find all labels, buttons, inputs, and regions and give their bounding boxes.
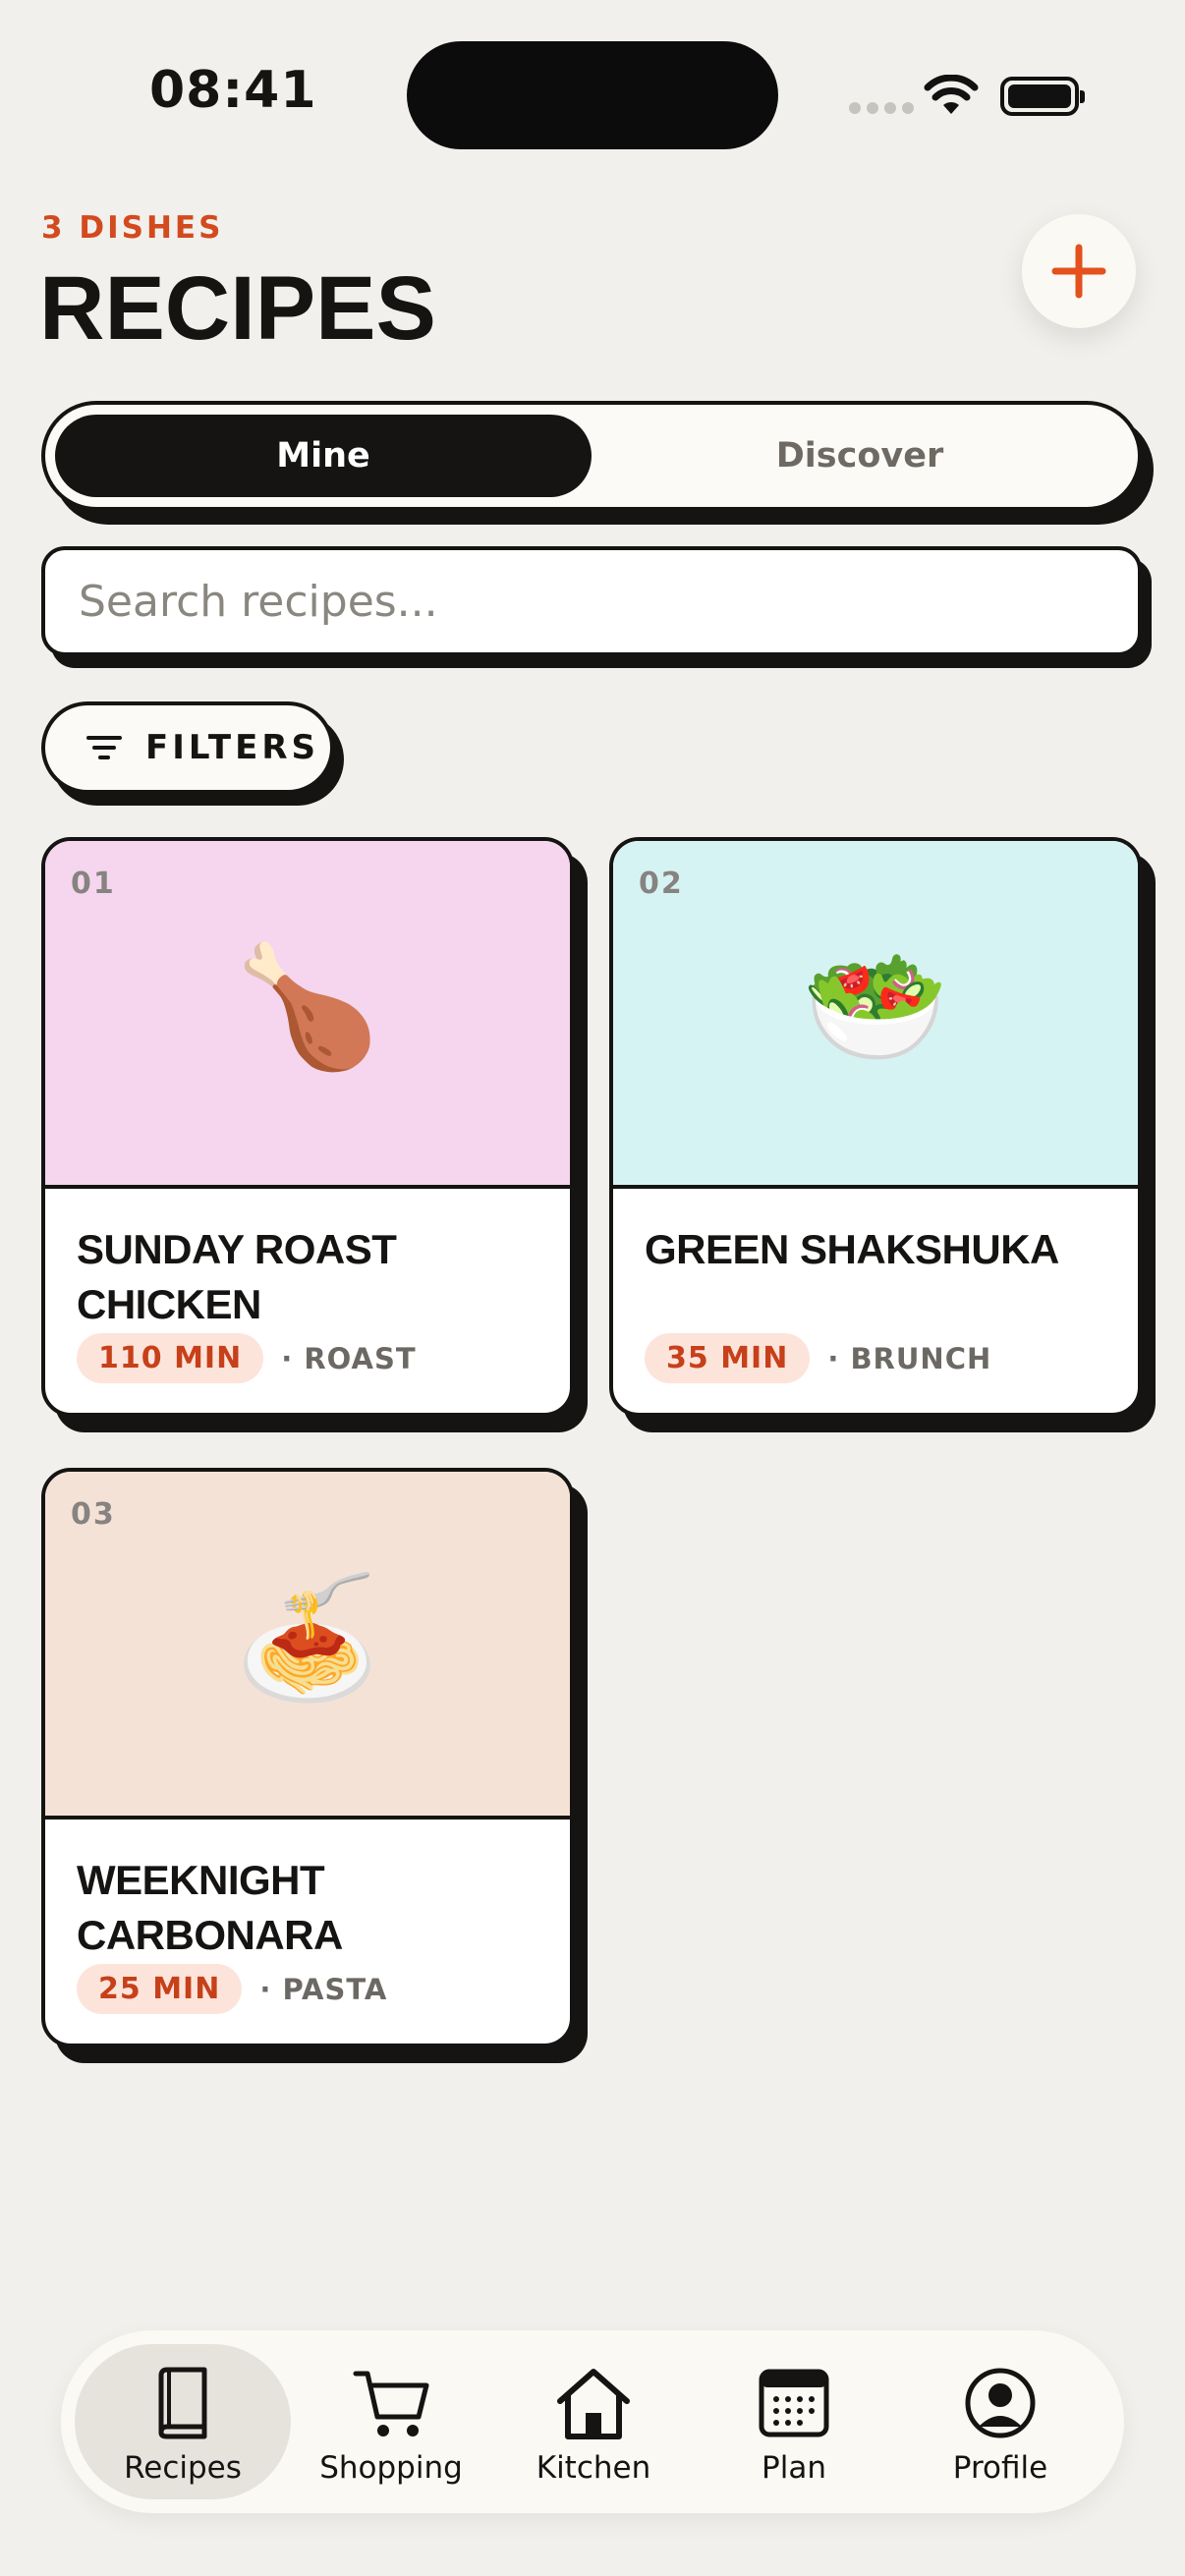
tab-label: Kitchen <box>536 2450 651 2486</box>
recipe-number: 03 <box>71 1497 116 1532</box>
salad-icon: 🥗 <box>802 939 949 1076</box>
bottom-tab-bar: Recipes Shopping Kitchen Plan Profile <box>61 2330 1124 2513</box>
recipe-category: · ROAST <box>281 1341 417 1375</box>
recipe-image-area: 01 🍗 <box>45 841 570 1189</box>
segment-mine[interactable]: Mine <box>55 415 592 497</box>
battery-icon <box>1000 77 1085 116</box>
recipe-card[interactable]: 01 🍗 SUNDAY ROAST CHICKEN 110 MIN · ROAS… <box>41 837 574 1417</box>
cart-icon <box>353 2371 429 2436</box>
wifi-icon <box>924 75 979 114</box>
tab-shopping[interactable]: Shopping <box>283 2344 499 2499</box>
recipe-image-area: 02 🥗 <box>613 841 1138 1189</box>
recipe-card[interactable]: 02 🥗 GREEN SHAKSHUKA 35 MIN · BRUNCH <box>609 837 1142 1417</box>
tab-label: Shopping <box>319 2450 463 2486</box>
tab-recipes[interactable]: Recipes <box>75 2344 291 2499</box>
recipe-card[interactable]: 03 🍝 WEEKNIGHT CARBONARA 25 MIN · PASTA <box>41 1468 574 2047</box>
recipe-time-badge: 35 MIN <box>645 1333 811 1383</box>
calendar-icon <box>759 2369 829 2437</box>
recipe-time-badge: 110 MIN <box>77 1333 264 1383</box>
recipe-time-badge: 25 MIN <box>77 1964 243 2014</box>
recipe-source-toggle: Mine Discover <box>41 401 1142 511</box>
plus-icon <box>1051 244 1106 299</box>
dynamic-island <box>407 41 778 149</box>
drumstick-icon: 🍗 <box>234 939 381 1076</box>
search-bar <box>41 546 1142 656</box>
tab-label: Profile <box>952 2450 1048 2486</box>
recipe-title: SUNDAY ROAST CHICKEN <box>77 1226 397 1327</box>
segment-discover[interactable]: Discover <box>592 415 1128 497</box>
add-recipe-button[interactable] <box>1022 214 1136 328</box>
filters-label: FILTERS <box>145 728 319 767</box>
recipe-count-label: 3 DISHES <box>41 210 224 246</box>
cellular-signal-icon <box>849 102 914 114</box>
tab-profile[interactable]: Profile <box>892 2344 1108 2499</box>
spaghetti-icon: 🍝 <box>234 1570 381 1707</box>
recipe-number: 02 <box>639 867 684 901</box>
recipe-category: · PASTA <box>259 1972 388 2006</box>
tab-kitchen[interactable]: Kitchen <box>485 2344 702 2499</box>
person-icon <box>965 2368 1036 2438</box>
book-icon <box>158 2367 207 2439</box>
house-icon <box>557 2369 630 2439</box>
search-input[interactable] <box>79 576 1138 627</box>
recipe-category: · BRUNCH <box>827 1341 992 1375</box>
recipe-number: 01 <box>71 867 116 901</box>
recipe-title: WEEKNIGHT CARBONARA <box>77 1857 343 1958</box>
recipe-image-area: 03 🍝 <box>45 1472 570 1820</box>
status-time: 08:41 <box>149 61 317 120</box>
filter-lines-icon <box>86 736 122 759</box>
page-title: RECIPES <box>39 258 436 359</box>
recipe-title: GREEN SHAKSHUKA <box>645 1226 1059 1272</box>
filters-button[interactable]: FILTERS <box>41 701 334 794</box>
tab-label: Plan <box>762 2450 826 2486</box>
tab-label: Recipes <box>124 2450 242 2486</box>
tab-plan[interactable]: Plan <box>686 2344 902 2499</box>
